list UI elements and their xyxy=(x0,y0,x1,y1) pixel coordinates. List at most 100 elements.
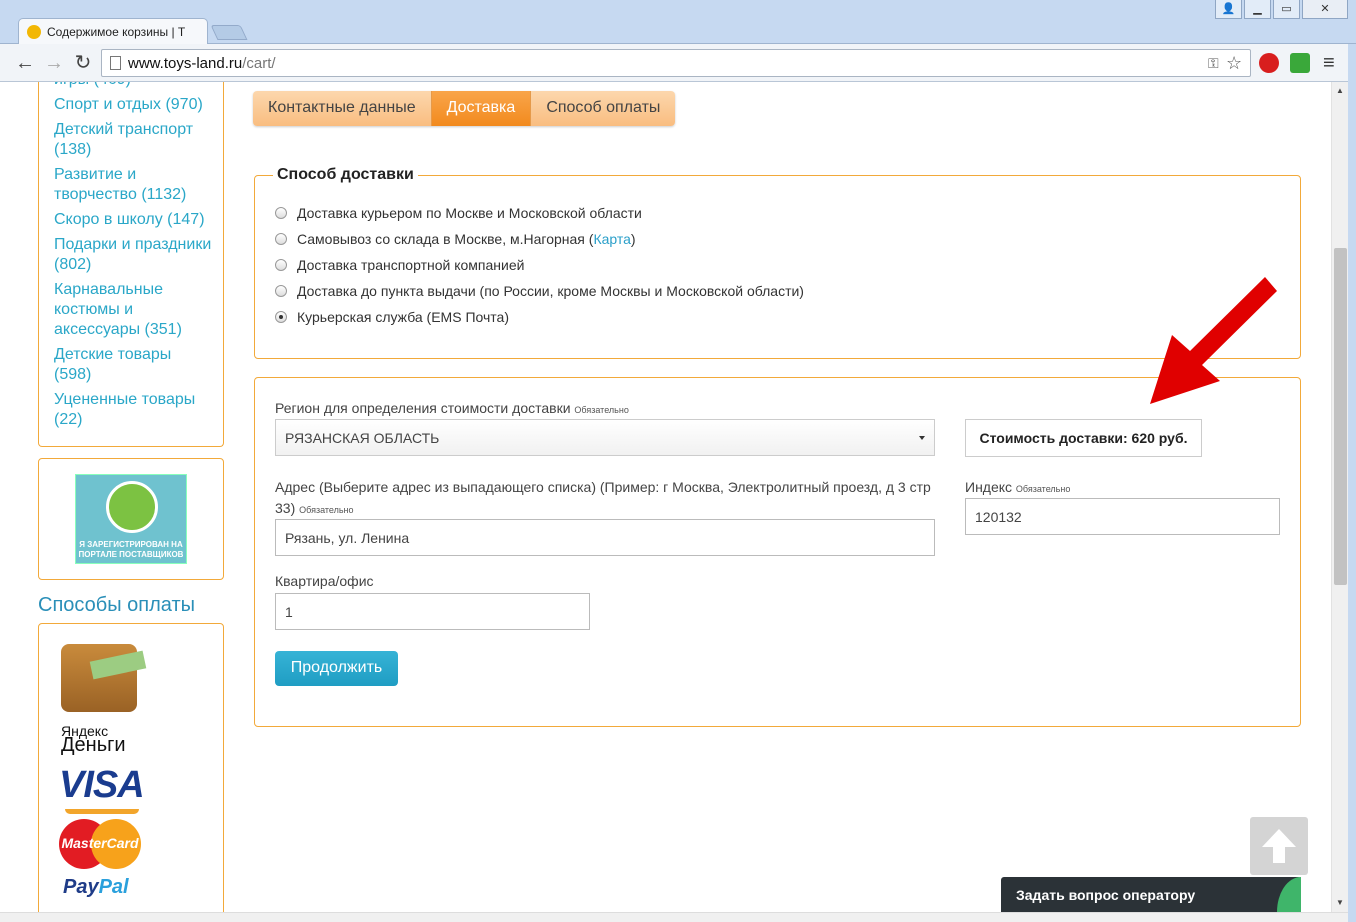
maximize-button[interactable]: ▭ xyxy=(1273,0,1300,19)
step-contact-data[interactable]: Контактные данные xyxy=(253,91,432,126)
paypal-logo: PayPal xyxy=(63,876,129,899)
radio-button[interactable] xyxy=(275,285,287,297)
apartment-label: Квартира/офис xyxy=(275,573,374,589)
category-link[interactable]: Карнавальные костюмы и аксессуары (351) xyxy=(54,280,213,340)
checkout-steps: Контактные данные Доставка Способ оплаты xyxy=(253,91,676,126)
supplier-portal-banner[interactable]: Я ЗАРЕГИСТРИРОВАН НА ПОРТАЛЕ ПОСТАВЩИКОВ xyxy=(38,458,224,580)
yandex-logo-bottom: Деньги xyxy=(61,734,126,756)
radio-button[interactable] xyxy=(275,233,287,245)
browser-menu-icon[interactable]: ≡ xyxy=(1323,52,1335,75)
category-link[interactable]: Детские товары (598) xyxy=(54,345,213,385)
back-icon[interactable]: ← xyxy=(14,52,36,74)
continue-button[interactable]: Продолжить xyxy=(275,651,398,686)
url-text: www.toys-land.ru/cart/ xyxy=(128,55,276,72)
delivery-option-pickup[interactable]: Самовывоз со склада в Москве, м.Нагорная… xyxy=(275,226,1280,252)
bookmark-star-icon[interactable]: ☆ xyxy=(1226,53,1242,74)
region-select-value: РЯЗАНСКАЯ ОБЛАСТЬ xyxy=(285,430,440,446)
radio-button-checked[interactable] xyxy=(275,311,287,323)
new-tab-button[interactable] xyxy=(210,25,248,40)
delivery-option-label: Доставка курьером по Москве и Московской… xyxy=(297,205,642,221)
forward-icon[interactable]: → xyxy=(43,52,65,74)
chat-status-icon xyxy=(1277,877,1301,912)
user-icon[interactable]: 👤 xyxy=(1215,0,1242,19)
address-form: Регион для определения стоимости доставк… xyxy=(254,377,1301,727)
radio-button[interactable] xyxy=(275,207,287,219)
radio-button[interactable] xyxy=(275,259,287,271)
index-label: Индекс Обязательно xyxy=(965,477,1070,500)
vertical-scrollbar[interactable]: ▲ ▼ xyxy=(1331,82,1348,912)
key-icon[interactable]: ⚿ xyxy=(1208,55,1219,72)
ask-operator-label: Задать вопрос оператору xyxy=(1016,887,1196,903)
address-input[interactable]: Рязань, ул. Ленина xyxy=(275,519,935,556)
page-icon xyxy=(110,56,121,70)
delivery-option-pickup-point[interactable]: Доставка до пункта выдачи (по России, кр… xyxy=(275,278,1280,304)
ask-operator-widget[interactable]: Задать вопрос оператору xyxy=(1001,877,1301,912)
region-label-text: Регион для определения стоимости доставк… xyxy=(275,400,571,416)
delivery-option-label: Доставка транспортной компанией xyxy=(297,257,525,273)
mastercard-logo-text: MasterCard xyxy=(61,835,139,851)
mastercard-logo: MasterCard xyxy=(59,819,141,869)
category-link[interactable]: Уцененные товары (22) xyxy=(54,390,213,430)
reload-icon[interactable]: ↻ xyxy=(72,52,94,74)
red-arrow-annotation xyxy=(1150,277,1277,404)
supplier-portal-image: Я ЗАРЕГИСТРИРОВАН НА ПОРТАЛЕ ПОСТАВЩИКОВ xyxy=(75,474,187,564)
paypal-logo-b: Pal xyxy=(98,876,129,898)
index-label-text: Индекс xyxy=(965,479,1013,495)
address-label: Адрес (Выберите адрес из выпадающего спи… xyxy=(275,477,935,521)
arrow-up-icon xyxy=(1262,829,1296,863)
category-list: игры (469) Спорт и отдых (970) Детский т… xyxy=(38,82,224,447)
page-viewport: игры (469) Спорт и отдых (970) Детский т… xyxy=(0,82,1331,912)
payment-methods-title: Способы оплаты xyxy=(38,594,195,616)
apartment-input[interactable]: 1 xyxy=(275,593,590,630)
close-window-button[interactable]: ✕ xyxy=(1302,0,1348,19)
caret-down-icon xyxy=(919,436,925,440)
address-label-text: Адрес (Выберите адрес из выпадающего спи… xyxy=(275,479,931,516)
delivery-option-ems[interactable]: Курьерская служба (EMS Почта) xyxy=(275,304,1280,330)
paypal-logo-a: Pay xyxy=(63,876,99,898)
region-label: Регион для определения стоимости доставк… xyxy=(275,398,629,421)
category-link[interactable]: Детский транспорт (138) xyxy=(54,120,213,160)
promo-text: Я ЗАРЕГИСТРИРОВАН НА ПОРТАЛЕ ПОСТАВЩИКОВ xyxy=(78,540,184,559)
delivery-cost: Стоимость доставки: 620 руб. xyxy=(965,419,1202,457)
window-frame xyxy=(1348,44,1356,922)
delivery-option-transport-company[interactable]: Доставка транспортной компанией xyxy=(275,252,1280,278)
delivery-method-legend: Способ доставки xyxy=(277,166,414,183)
url-path: /cart/ xyxy=(242,55,276,72)
category-link[interactable]: Подарки и праздники (802) xyxy=(54,235,213,275)
tab-title: Содержимое корзины | Т xyxy=(47,25,186,39)
delivery-option-suffix: ) xyxy=(630,231,636,247)
scrollbar-thumb[interactable] xyxy=(1334,248,1347,585)
minimize-button[interactable]: ▁ xyxy=(1244,0,1271,19)
browser-tab[interactable]: Содержимое корзины | Т xyxy=(18,18,208,45)
scroll-down-arrow-icon[interactable]: ▼ xyxy=(1336,898,1344,907)
required-hint: Обязательно xyxy=(1015,484,1071,494)
required-hint: Обязательно xyxy=(574,405,629,415)
category-link[interactable]: Скоро в школу (147) xyxy=(54,210,213,230)
sidebar: игры (469) Спорт и отдых (970) Детский т… xyxy=(38,82,224,912)
people-group-icon xyxy=(106,481,158,533)
category-link[interactable]: игры (469) xyxy=(54,82,213,90)
delivery-option-label: Доставка до пункта выдачи (по России, кр… xyxy=(297,283,804,299)
scroll-up-arrow-icon[interactable]: ▲ xyxy=(1336,86,1344,95)
visa-logo: VISA xyxy=(59,764,145,806)
download-extension-icon[interactable] xyxy=(1290,53,1310,73)
delivery-option-courier-moscow[interactable]: Доставка курьером по Москве и Московской… xyxy=(275,200,1280,226)
scroll-to-top-button[interactable] xyxy=(1250,817,1308,875)
region-select[interactable]: РЯЗАНСКАЯ ОБЛАСТЬ xyxy=(275,419,935,456)
opera-extension-icon[interactable] xyxy=(1259,53,1279,73)
browser-titlebar: Содержимое корзины | Т 👤 ▁ ▭ ✕ xyxy=(0,0,1356,45)
step-delivery[interactable]: Доставка xyxy=(431,91,532,126)
category-link[interactable]: Спорт и отдых (970) xyxy=(54,95,213,115)
category-link[interactable]: Развитие и творчество (1132) xyxy=(54,165,213,205)
wallet-icon xyxy=(61,644,147,712)
delivery-option-label: Самовывоз со склада в Москве, м.Нагорная… xyxy=(297,231,594,247)
index-input[interactable]: 120132 xyxy=(965,498,1280,535)
required-hint: Обязательно xyxy=(299,505,354,515)
address-bar[interactable]: www.toys-land.ru/cart/ ⚿ ☆ xyxy=(101,49,1251,77)
horizontal-scrollbar[interactable] xyxy=(0,912,1356,922)
payment-logos: Яндекс Деньги VISA MasterCard PayPal xyxy=(38,623,224,912)
step-payment-method[interactable]: Способ оплаты xyxy=(531,91,676,126)
browser-toolbar: ← → ↻ www.toys-land.ru/cart/ ⚿ ☆ ≡ xyxy=(0,44,1356,82)
window-controls: 👤 ▁ ▭ ✕ xyxy=(1215,0,1348,19)
map-link[interactable]: Карта xyxy=(593,231,630,247)
